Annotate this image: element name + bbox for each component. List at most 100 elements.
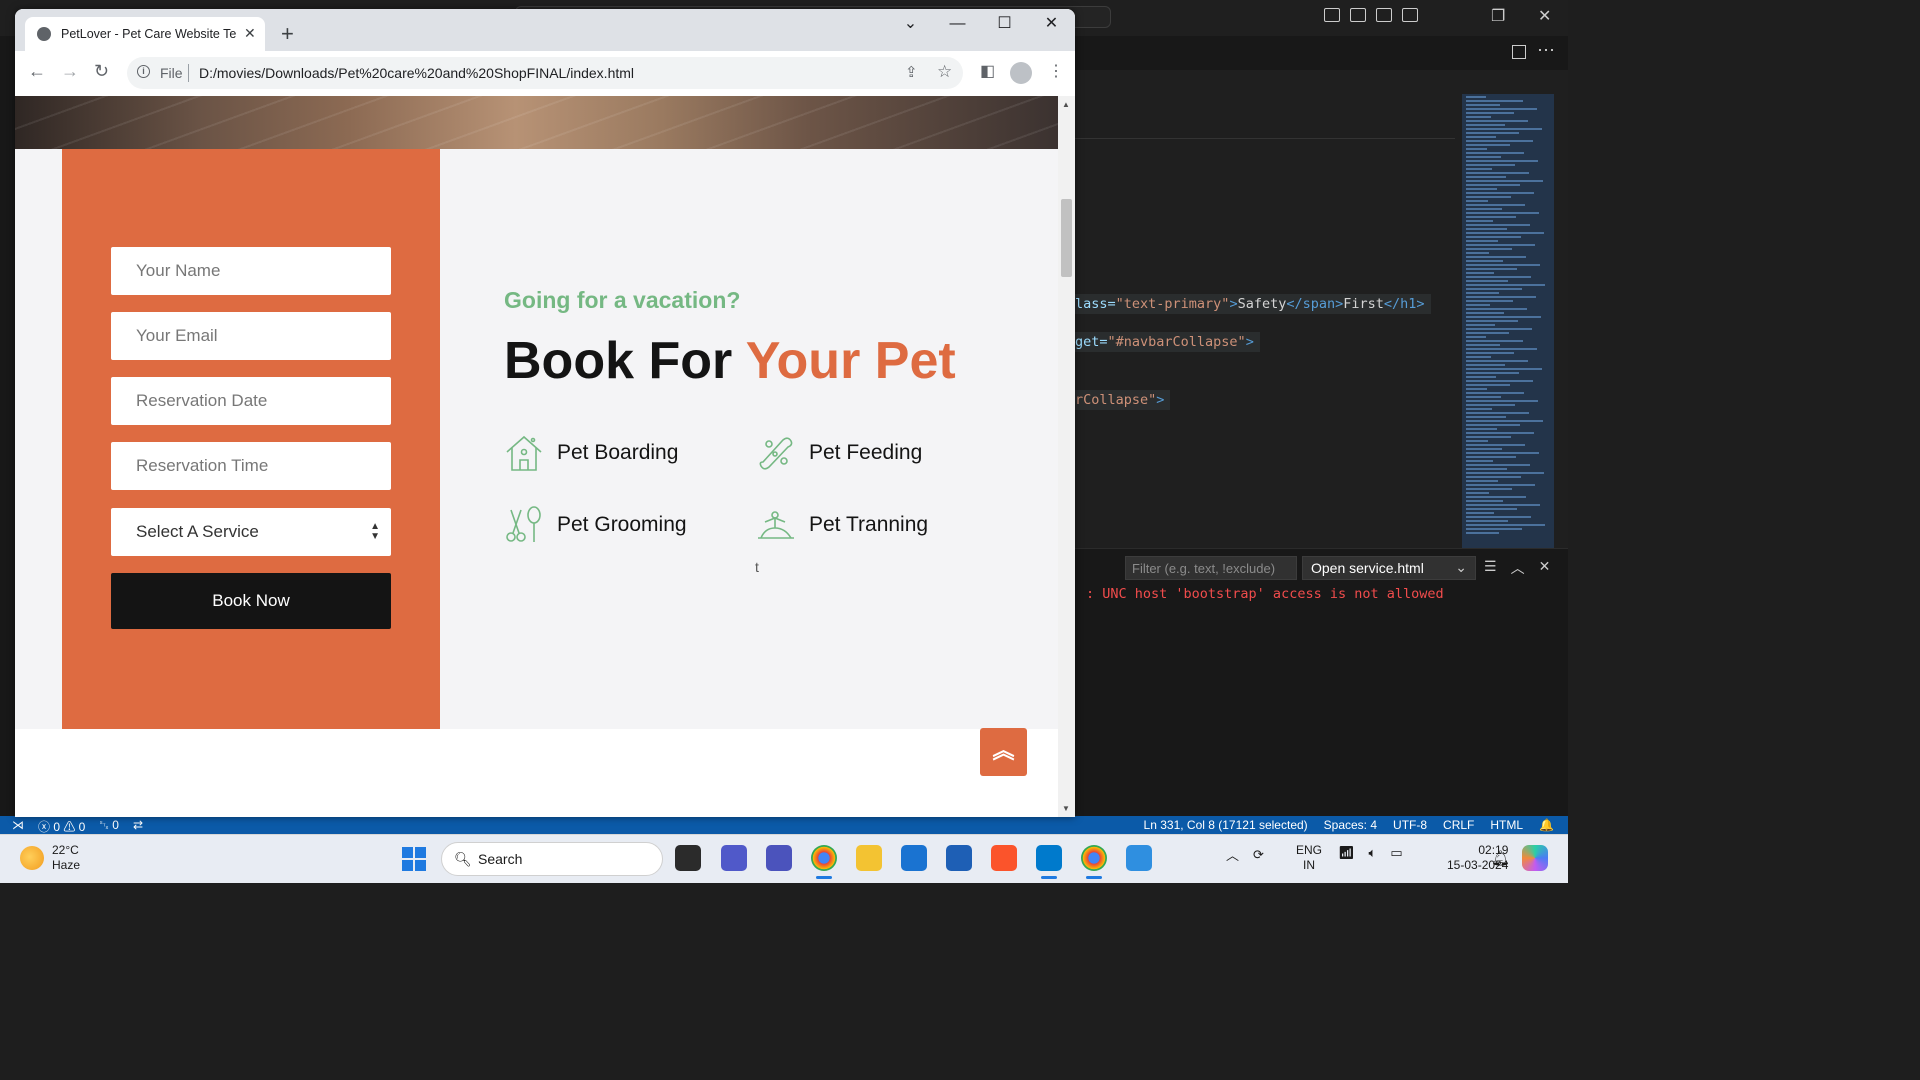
minimap-line — [1466, 416, 1506, 418]
headline-text: Book For — [504, 332, 746, 390]
minimap-line — [1466, 292, 1499, 294]
minimap-line — [1466, 324, 1495, 326]
file-explorer-icon[interactable] — [856, 845, 882, 871]
chevron-up-icon[interactable]: ︿ — [1226, 845, 1239, 864]
kebab-menu-icon[interactable]: ⋮ — [1048, 61, 1064, 81]
vscode-minimap[interactable] — [1462, 94, 1554, 548]
minimap-line — [1466, 276, 1531, 278]
close-window-icon[interactable]: ✕ — [1028, 9, 1075, 39]
back-to-top-button[interactable]: ︽ — [980, 728, 1027, 776]
minimap-line — [1466, 516, 1531, 518]
customize-layout-icon[interactable] — [1402, 8, 1418, 22]
sync-icon[interactable]: ⟳ — [1253, 847, 1264, 863]
weather-widget[interactable]: 22°C Haze — [20, 843, 80, 873]
code-line[interactable]: rCollapse"> — [1075, 390, 1171, 410]
temperature: 22°C — [52, 843, 79, 857]
output-filter-input[interactable]: Filter (e.g. text, !exclude) — [1125, 556, 1297, 580]
share-icon[interactable]: ⇪ — [905, 63, 918, 81]
minimap-line — [1466, 196, 1511, 198]
minimize-icon[interactable]: — — [934, 9, 981, 39]
minimap-line — [1466, 408, 1492, 410]
eol-status[interactable]: CRLF — [1443, 818, 1474, 832]
minimap-line — [1466, 476, 1521, 478]
live-share-icon[interactable]: ⇄ — [133, 818, 143, 835]
photos-icon[interactable] — [1126, 845, 1152, 871]
minimap-line — [1466, 468, 1507, 470]
scrollbar-thumb[interactable] — [1061, 199, 1072, 277]
windows-start-icon[interactable] — [402, 847, 426, 871]
arrow-right-icon[interactable]: → — [61, 61, 79, 82]
code-line[interactable]: lass="text-primary">Safety</span>First</… — [1075, 294, 1431, 314]
page-scrollbar[interactable]: ▲ ▼ — [1058, 96, 1075, 817]
minimap-line — [1466, 236, 1521, 238]
vscode-restore-icon[interactable]: ❐ — [1491, 6, 1505, 26]
ports-status[interactable]: ␂ 0 — [99, 818, 119, 835]
store-icon[interactable] — [946, 845, 972, 871]
star-icon[interactable]: ☆ — [937, 62, 952, 82]
task-view-icon[interactable] — [675, 845, 701, 871]
maximize-panel-icon[interactable]: ︿ — [1511, 558, 1525, 578]
minimap-line — [1466, 108, 1537, 110]
vscode-close-icon[interactable]: ✕ — [1538, 6, 1551, 26]
vscode-editor-tabs — [1075, 36, 1568, 70]
browser-toolbar: ← → ↻ i File D:/movies/Downloads/Pet%20c… — [15, 51, 1075, 97]
maximize-icon[interactable]: ☐ — [981, 9, 1028, 39]
status-icons[interactable]: 📶︎ 🔈︎ ▭ — [1338, 845, 1403, 861]
book-now-button[interactable]: Book Now — [111, 573, 391, 629]
email-input[interactable]: Your Email — [111, 312, 391, 360]
minimap-line — [1466, 496, 1526, 498]
brave-icon[interactable] — [991, 845, 1017, 871]
new-tab-icon[interactable]: + — [281, 21, 294, 47]
more-actions-icon[interactable]: ⋯ — [1537, 40, 1555, 61]
split-editor-icon[interactable] — [1512, 45, 1526, 59]
close-panel-icon[interactable]: ✕ — [1539, 558, 1551, 578]
toggle-panel-icon[interactable] — [1350, 8, 1366, 22]
browser-tab[interactable]: PetLover - Pet Care Website Tem ✕ — [25, 17, 265, 51]
minimap-line — [1466, 204, 1525, 206]
taskbar-search[interactable]: 🔍︎ Search — [441, 842, 663, 876]
close-tab-icon[interactable]: ✕ — [244, 25, 256, 42]
remote-icon[interactable]: ⋊ — [12, 818, 24, 835]
output-channel-select[interactable]: Open service.html ⌄ — [1302, 556, 1476, 580]
problems-status[interactable]: ⓧ 0 ⚠ 0 — [38, 818, 85, 835]
code-tag: </h1> — [1383, 296, 1425, 312]
reservation-time-input[interactable]: Reservation Time — [111, 442, 391, 490]
arrow-left-icon[interactable]: ← — [28, 61, 46, 82]
notification-bell-icon[interactable]: 🔔︎ — [1491, 849, 1510, 867]
reload-icon[interactable]: ↻ — [94, 61, 109, 82]
minimap-line — [1466, 380, 1533, 382]
chrome-icon[interactable] — [811, 845, 837, 879]
double-chevron-up-icon: ︽ — [992, 738, 1015, 763]
language-mode[interactable]: HTML — [1490, 818, 1523, 832]
input-language[interactable]: ENG IN — [1296, 843, 1322, 873]
cursor-position[interactable]: Ln 331, Col 8 (17121 selected) — [1144, 818, 1308, 832]
scroll-up-icon[interactable]: ▲ — [1062, 100, 1070, 109]
teams-icon[interactable] — [721, 845, 747, 871]
minimap-line — [1466, 284, 1545, 286]
site-info-icon[interactable]: i — [137, 65, 150, 78]
side-panel-icon[interactable]: ◧ — [980, 61, 995, 81]
indentation-status[interactable]: Spaces: 4 — [1324, 818, 1377, 832]
service-select[interactable]: Select A Service ▲ ▼ — [111, 508, 391, 556]
name-input[interactable]: Your Name — [111, 247, 391, 295]
url-text[interactable]: D:/movies/Downloads/Pet%20care%20and%20S… — [199, 65, 634, 81]
vscode-editor-scrollbar[interactable] — [1554, 94, 1568, 548]
tab-search-icon[interactable]: ⌄ — [887, 9, 934, 39]
notifications-icon[interactable]: 🔔 — [1539, 818, 1554, 832]
encoding-status[interactable]: UTF-8 — [1393, 818, 1427, 832]
address-bar[interactable]: i File D:/movies/Downloads/Pet%20care%20… — [127, 57, 963, 89]
toggle-primary-sidebar-icon[interactable] — [1324, 8, 1340, 22]
toggle-secondary-sidebar-icon[interactable] — [1376, 8, 1392, 22]
reservation-date-input[interactable]: Reservation Date — [111, 377, 391, 425]
code-line[interactable]: get="#navbarCollapse"> — [1075, 332, 1260, 352]
copilot-icon[interactable] — [1522, 845, 1548, 871]
mail-icon[interactable] — [901, 845, 927, 871]
minimap-line — [1466, 164, 1515, 166]
word-wrap-icon[interactable]: ☰ — [1484, 558, 1497, 578]
teams-work-icon[interactable] — [766, 845, 792, 871]
profile-icon[interactable] — [1010, 62, 1032, 84]
minimap-line — [1466, 344, 1500, 346]
vscode-icon[interactable] — [1036, 845, 1062, 879]
scroll-down-icon[interactable]: ▼ — [1062, 804, 1070, 813]
chrome-icon[interactable] — [1081, 845, 1107, 879]
